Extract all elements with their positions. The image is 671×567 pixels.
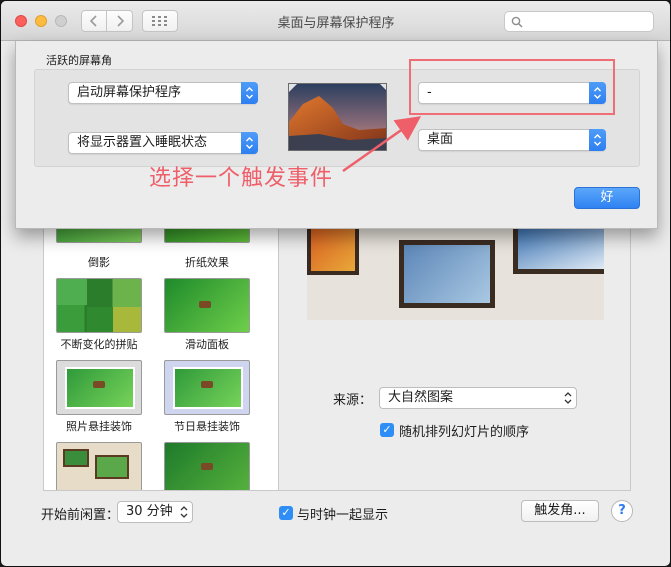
annotation-arrow-icon <box>342 116 422 173</box>
preferences-window: 桌面与屏幕保护程序 倒影 折纸效果 不断变化的拼贴 滑动面板 照片悬挂装饰 节日… <box>0 0 671 567</box>
ok-button[interactable]: 好 <box>574 187 640 209</box>
annotation-text: 选择一个触发事件 <box>149 166 334 191</box>
